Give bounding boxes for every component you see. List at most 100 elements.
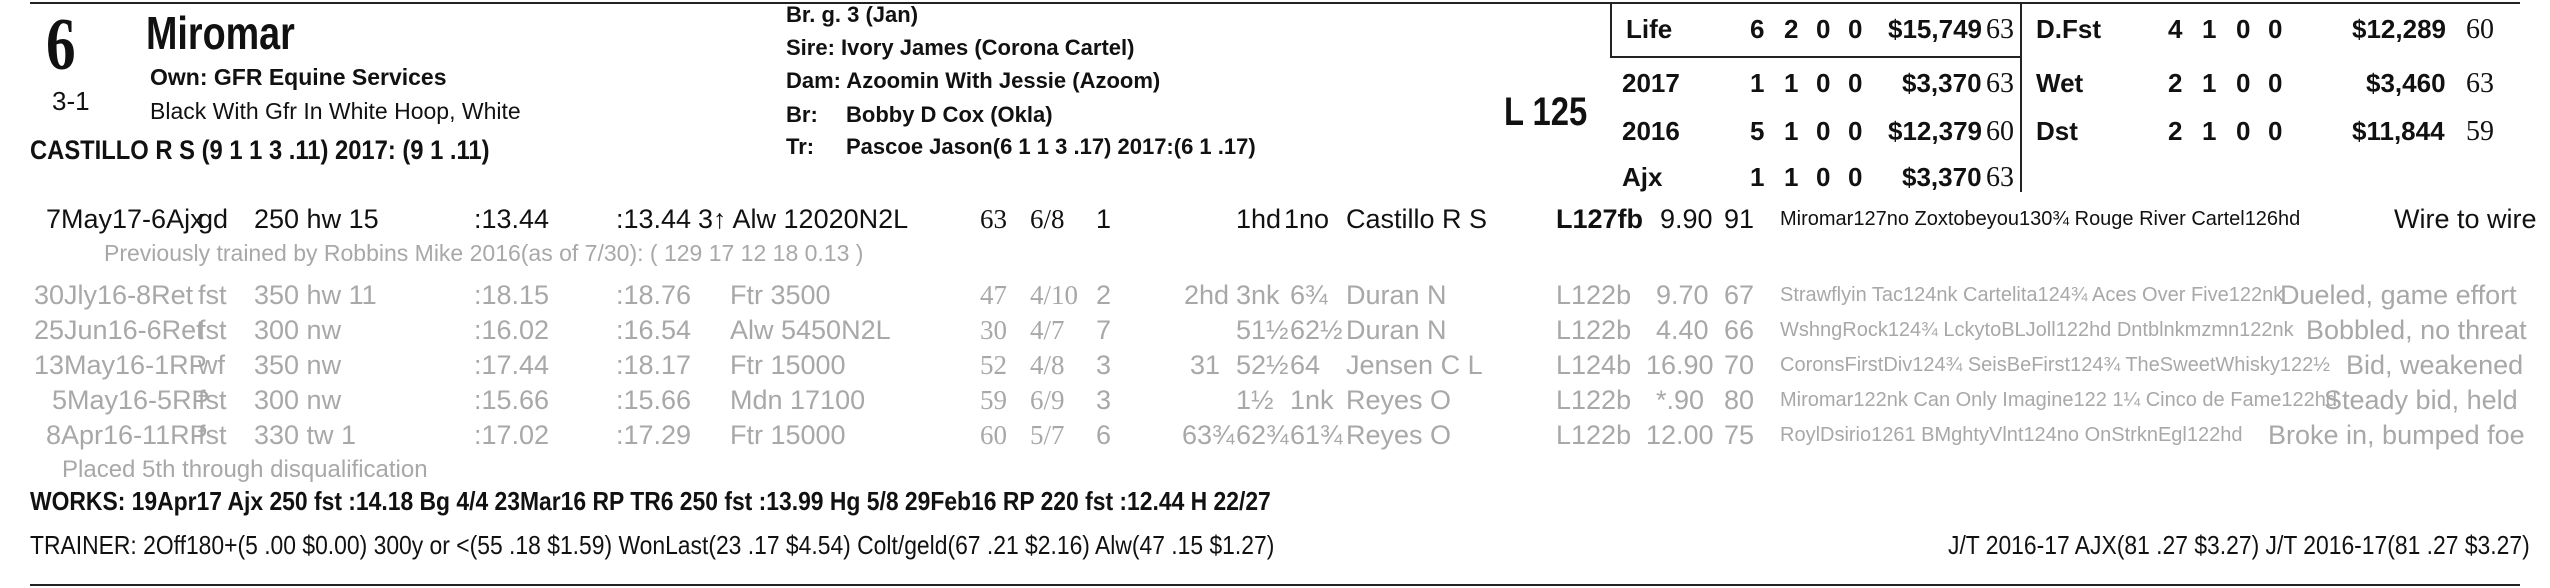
race-distance: 350 nw — [254, 350, 342, 380]
race-finish: 62½ — [1290, 315, 1343, 345]
race-type: Alw 5450N2L — [730, 315, 891, 345]
race-frac2: :17.29 — [616, 420, 692, 450]
race-speed-rating: 66 — [1724, 315, 1755, 345]
race-top3: Miromar127no Zoxtobeyou130¾ Rouge River … — [1780, 208, 2301, 230]
race-frac2: :18.17 — [616, 350, 692, 380]
previously-trained-note: Previously trained by Robbins Mike 2016(… — [104, 240, 864, 266]
race-distance: 300 nw — [254, 315, 342, 345]
race-distance: 300 nw — [254, 385, 342, 415]
race-odds: 12.00 — [1646, 420, 1714, 450]
trainer-stats-line: TRAINER: 2Off180+(5 .00 $0.00) 300y or <… — [30, 530, 1275, 560]
stats-shows: 0 — [1848, 14, 1863, 44]
race-distance: 330 tw 1 — [254, 420, 357, 450]
race-weight: L122b — [1556, 315, 1632, 345]
race-jockey: Reyes O — [1346, 420, 1452, 450]
race-frac1: :15.66 — [474, 385, 550, 415]
jockey-trainer-stats: J/T 2016-17 AJX(81 .27 $3.27) J/T 2016-1… — [1948, 530, 2530, 560]
stats-wins: 1 — [1784, 116, 1799, 146]
race-speed-rating: 75 — [1724, 420, 1755, 450]
race-condition: gd — [198, 204, 229, 234]
race-date: 5May16-5RP — [52, 385, 210, 415]
stats-starts: 5 — [1750, 116, 1765, 146]
stats-starts: 6 — [1750, 14, 1765, 44]
program-number: 6 — [46, 4, 76, 86]
race-speed: 47 — [980, 280, 1007, 310]
race-frac1: :17.44 — [474, 350, 550, 380]
stats-earnings: $3,370 — [1902, 68, 1982, 98]
race-speed-rating: 91 — [1724, 204, 1755, 234]
race-top3: RoylDsirio1261 BMghtyVlnt124no OnStrknEg… — [1780, 424, 2243, 446]
race-weight: L122b — [1556, 280, 1632, 310]
stats-earnings: $3,370 — [1902, 162, 1982, 192]
race-start: 6 — [1096, 420, 1112, 450]
race-condition: fst — [198, 315, 227, 345]
race-top3: Strawflyin Tac124nk Cartelita124¾ Aces O… — [1780, 284, 2284, 306]
breeder: Bobby D Cox (Okla) — [846, 102, 1053, 127]
stats-box-right-border — [2020, 4, 2022, 192]
stats-box-left-border — [1610, 4, 1612, 56]
race-start: 1 — [1096, 204, 1112, 234]
race-odds: 4.40 — [1656, 315, 1709, 345]
race-finish: 1no — [1284, 204, 1330, 234]
race-weight: L127fb — [1556, 204, 1644, 234]
race-start: 2 — [1096, 280, 1112, 310]
race-frac2: :16.54 — [616, 315, 692, 345]
stats-earnings: $15,749 — [1888, 14, 1982, 44]
stats-label: Dst — [2036, 116, 2078, 146]
stats-label: Wet — [2036, 68, 2084, 98]
race-post: 4/10 — [1030, 280, 1079, 310]
race-comment: Bid, weakened — [2346, 350, 2524, 380]
stats-label: 2016 — [1622, 116, 1680, 146]
race-frac1: :18.15 — [474, 280, 550, 310]
stats-places: 0 — [1816, 68, 1831, 98]
race-stretch: 1½ — [1236, 385, 1274, 415]
stats-wins: 1 — [1784, 68, 1799, 98]
race-speed: 60 — [980, 420, 1007, 450]
trainer: Pascoe Jason(6 1 1 3 .17) 2017:(6 1 .17) — [846, 134, 1256, 159]
race-type: Ftr 15000 — [730, 420, 846, 450]
stats-wins: 1 — [1784, 162, 1799, 192]
jockey-line: CASTILLO R S (9 1 1 3 .11) 2017: (9 1 .1… — [30, 135, 490, 165]
race-date: 25Jun16-6Ret — [34, 315, 204, 345]
stats-rating: 59 — [2466, 116, 2494, 147]
stats-rating: 63 — [2466, 68, 2494, 99]
stats-wins: 2 — [1784, 14, 1799, 44]
dam: Dam: Azoomin With Jessie (Azoom) — [786, 68, 1161, 93]
race-stretch: 52½ — [1236, 350, 1289, 380]
race-comment: Dueled, game effort — [2280, 280, 2517, 310]
stats-places: 0 — [2236, 14, 2251, 44]
race-type: 3↑ Alw 12020N2L — [698, 204, 909, 234]
race-top3: CoronsFirstDiv124¾ SeisBeFirst124¾ TheSw… — [1780, 354, 2330, 376]
race-date: 30Jly16-8Ret — [34, 280, 194, 310]
horse-name: Miromar — [146, 7, 295, 59]
race-weight: L124b — [1556, 350, 1632, 380]
race-comment: Steady bid, held — [2324, 385, 2518, 415]
race-weight: L122b — [1556, 385, 1632, 415]
race-stretch: 51½ — [1236, 315, 1289, 345]
stats-rating: 63 — [1986, 14, 2014, 45]
race-speed-rating: 70 — [1724, 350, 1755, 380]
race-call1: 63¾ — [1182, 420, 1235, 450]
stats-places: 0 — [2236, 116, 2251, 146]
race-jockey: Duran N — [1346, 315, 1447, 345]
stats-rating: 63 — [1986, 68, 2014, 99]
race-finish: 61¾ — [1290, 420, 1343, 450]
stats-wins: 1 — [2202, 14, 2217, 44]
placed-note: Placed 5th through disqualification — [62, 456, 428, 483]
stats-places: 0 — [1816, 116, 1831, 146]
stats-label: D.Fst — [2036, 14, 2101, 44]
stats-label: 2017 — [1622, 68, 1680, 98]
race-start: 7 — [1096, 315, 1112, 345]
breeder-label: Br: — [786, 102, 818, 127]
race-type: Ftr 15000 — [730, 350, 846, 380]
owner: Own: GFR Equine Services — [150, 64, 447, 90]
race-comment: Wire to wire — [2394, 204, 2537, 234]
race-condition: fst — [198, 280, 227, 310]
race-type: Ftr 3500 — [730, 280, 831, 310]
stats-starts: 1 — [1750, 162, 1765, 192]
race-distance: 250 hw 15 — [254, 204, 379, 234]
race-condition: wf — [198, 350, 225, 380]
trainer-label: Tr: — [786, 134, 815, 159]
stats-starts: 4 — [2168, 14, 2183, 44]
race-frac1: :16.02 — [474, 315, 550, 345]
